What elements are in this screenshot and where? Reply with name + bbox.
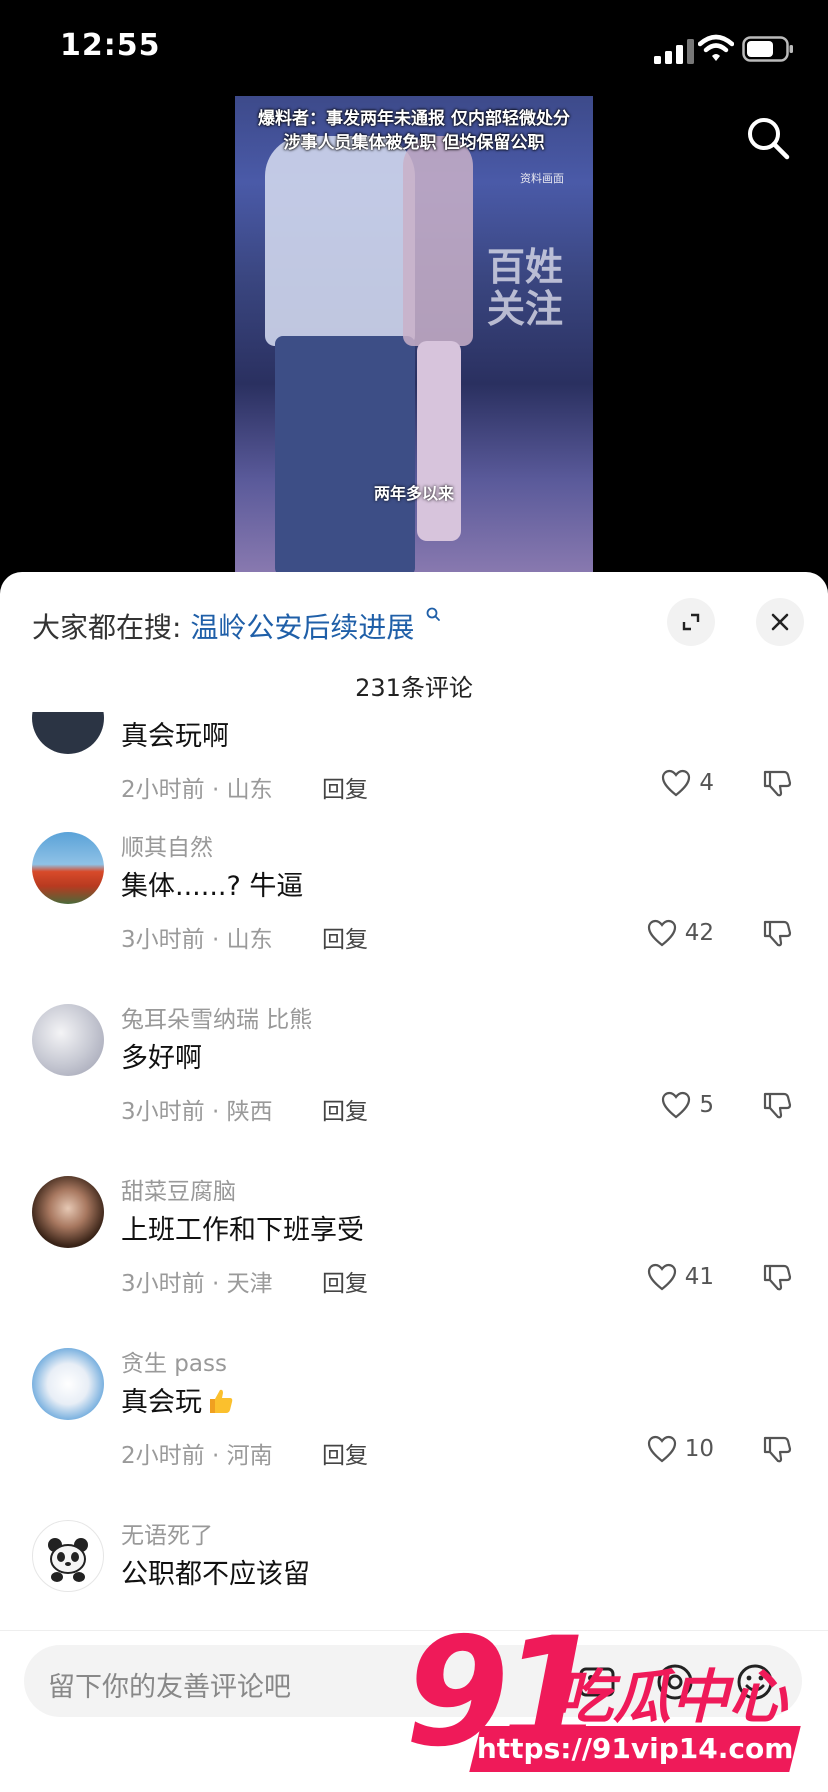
like-button[interactable]: 4 <box>661 766 714 800</box>
comment-list[interactable]: 真会玩啊 2小时前 · 山东 回复 4 顺其自然 集体......? 牛逼 3小… <box>0 712 828 1630</box>
like-count: 4 <box>699 770 714 796</box>
list-item: 贪生 pass 真会玩 2小时前 · 河南 回复 10 <box>0 1340 828 1512</box>
comment-text: 上班工作和下班享受 <box>121 1215 364 1246</box>
heart-icon <box>647 1435 676 1463</box>
thumbs-up-icon <box>210 1389 233 1413</box>
panda-icon <box>48 1538 88 1582</box>
video-subtitle: 两年多以来 <box>373 484 454 503</box>
hot-search-bar[interactable]: 大家都在搜: 温岭公安后续进展 <box>32 606 441 646</box>
heart-icon <box>647 1263 676 1291</box>
avatar[interactable] <box>32 712 104 754</box>
like-count: 42 <box>684 920 714 946</box>
reply-button[interactable]: 回复 <box>322 1436 368 1470</box>
video-figure-man-legs <box>275 336 415 576</box>
video-source-note: 资料画面 <box>520 172 564 185</box>
like-button[interactable]: 5 <box>661 1088 714 1122</box>
like-count: 5 <box>699 1092 714 1118</box>
comment-count: 231条评论 <box>355 674 473 702</box>
video-watermark: 百姓 关注 <box>487 245 564 331</box>
dislike-icon[interactable] <box>762 918 792 948</box>
avatar[interactable] <box>32 1176 104 1248</box>
heart-icon <box>647 919 676 947</box>
comment-text: 真会玩 <box>121 1380 234 1419</box>
like-count: 41 <box>684 1264 714 1290</box>
expand-button[interactable] <box>667 598 715 646</box>
video-caption-line2: 涉事人员集体被免职 但均保留公职 <box>283 133 545 153</box>
dislike-icon[interactable] <box>762 1434 792 1464</box>
dislike-icon[interactable] <box>762 1090 792 1120</box>
comment-text: 多好啊 <box>121 1043 202 1074</box>
expand-icon <box>682 613 700 631</box>
comment-username[interactable]: 贪生 pass <box>121 1344 227 1378</box>
like-button[interactable]: 10 <box>647 1432 714 1466</box>
hot-search-keyword[interactable]: 温岭公安后续进展 <box>190 611 414 644</box>
like-count: 10 <box>684 1436 714 1462</box>
video-figure-woman <box>403 136 473 346</box>
list-item: 兔耳朵雪纳瑞 比熊 多好啊 3小时前 · 陕西 回复 5 <box>0 996 828 1168</box>
video-caption-line1: 爆料者：事发两年未通报 仅内部轻微处分 <box>258 109 570 129</box>
comment-text: 真会玩啊 <box>121 721 229 752</box>
mini-search-icon <box>426 607 441 621</box>
comment-username[interactable]: 兔耳朵雪纳瑞 比熊 <box>121 1000 312 1034</box>
like-button[interactable]: 41 <box>647 1260 714 1294</box>
heart-icon <box>662 1091 691 1119</box>
comment-meta: 2小时前 · 河南 <box>121 1443 273 1469</box>
like-button[interactable]: 42 <box>647 916 714 950</box>
comment-meta: 3小时前 · 山东 <box>121 927 273 953</box>
comment-text: 公职都不应该留 <box>121 1559 310 1590</box>
reply-button[interactable]: 回复 <box>322 770 368 804</box>
comment-meta: 3小时前 · 天津 <box>121 1271 273 1297</box>
reply-button[interactable]: 回复 <box>322 920 368 954</box>
close-button[interactable] <box>756 598 804 646</box>
avatar[interactable] <box>32 1348 104 1420</box>
hot-search-prefix: 大家都在搜: <box>32 611 182 644</box>
comment-meta: 3小时前 · 陕西 <box>121 1099 273 1125</box>
dislike-icon[interactable] <box>762 1262 792 1292</box>
comment-username[interactable]: 无语死了 <box>121 1516 213 1550</box>
avatar[interactable] <box>32 1520 104 1592</box>
video-figure-man <box>265 136 415 346</box>
list-item: 甜菜豆腐脑 上班工作和下班享受 3小时前 · 天津 回复 41 <box>0 1168 828 1340</box>
brand-url: https://91vip14.com <box>469 1726 801 1772</box>
close-icon <box>771 613 789 631</box>
brand-logo-text: 吃瓜中心 <box>555 1663 788 1731</box>
status-bar: 12:55 <box>0 0 828 96</box>
search-icon[interactable] <box>744 114 792 162</box>
heart-icon <box>662 769 691 797</box>
brand-watermark: 91 吃瓜中心 https://91vip14.com <box>405 1618 825 1788</box>
reply-button[interactable]: 回复 <box>322 1092 368 1126</box>
video-player[interactable]: 爆料者：事发两年未通报 仅内部轻微处分 涉事人员集体被免职 但均保留公职 资料画… <box>235 96 593 576</box>
reply-button[interactable]: 回复 <box>322 1264 368 1298</box>
wifi-icon <box>698 34 734 61</box>
comment-input-placeholder: 留下你的友善评论吧 <box>48 1672 291 1703</box>
comment-username[interactable]: 甜菜豆腐脑 <box>121 1172 236 1206</box>
comment-meta: 2小时前 · 山东 <box>121 777 273 803</box>
avatar[interactable] <box>32 832 104 904</box>
battery-icon <box>742 36 793 62</box>
comment-username[interactable]: 顺其自然 <box>121 828 213 862</box>
list-item: 顺其自然 集体......? 牛逼 3小时前 · 山东 回复 42 <box>0 824 828 996</box>
video-figure-woman-legs <box>417 341 461 541</box>
avatar[interactable] <box>32 1004 104 1076</box>
comment-text: 集体......? 牛逼 <box>121 871 304 902</box>
dislike-icon[interactable] <box>762 768 792 798</box>
signal-icon <box>654 39 694 64</box>
status-time: 12:55 <box>60 28 161 63</box>
